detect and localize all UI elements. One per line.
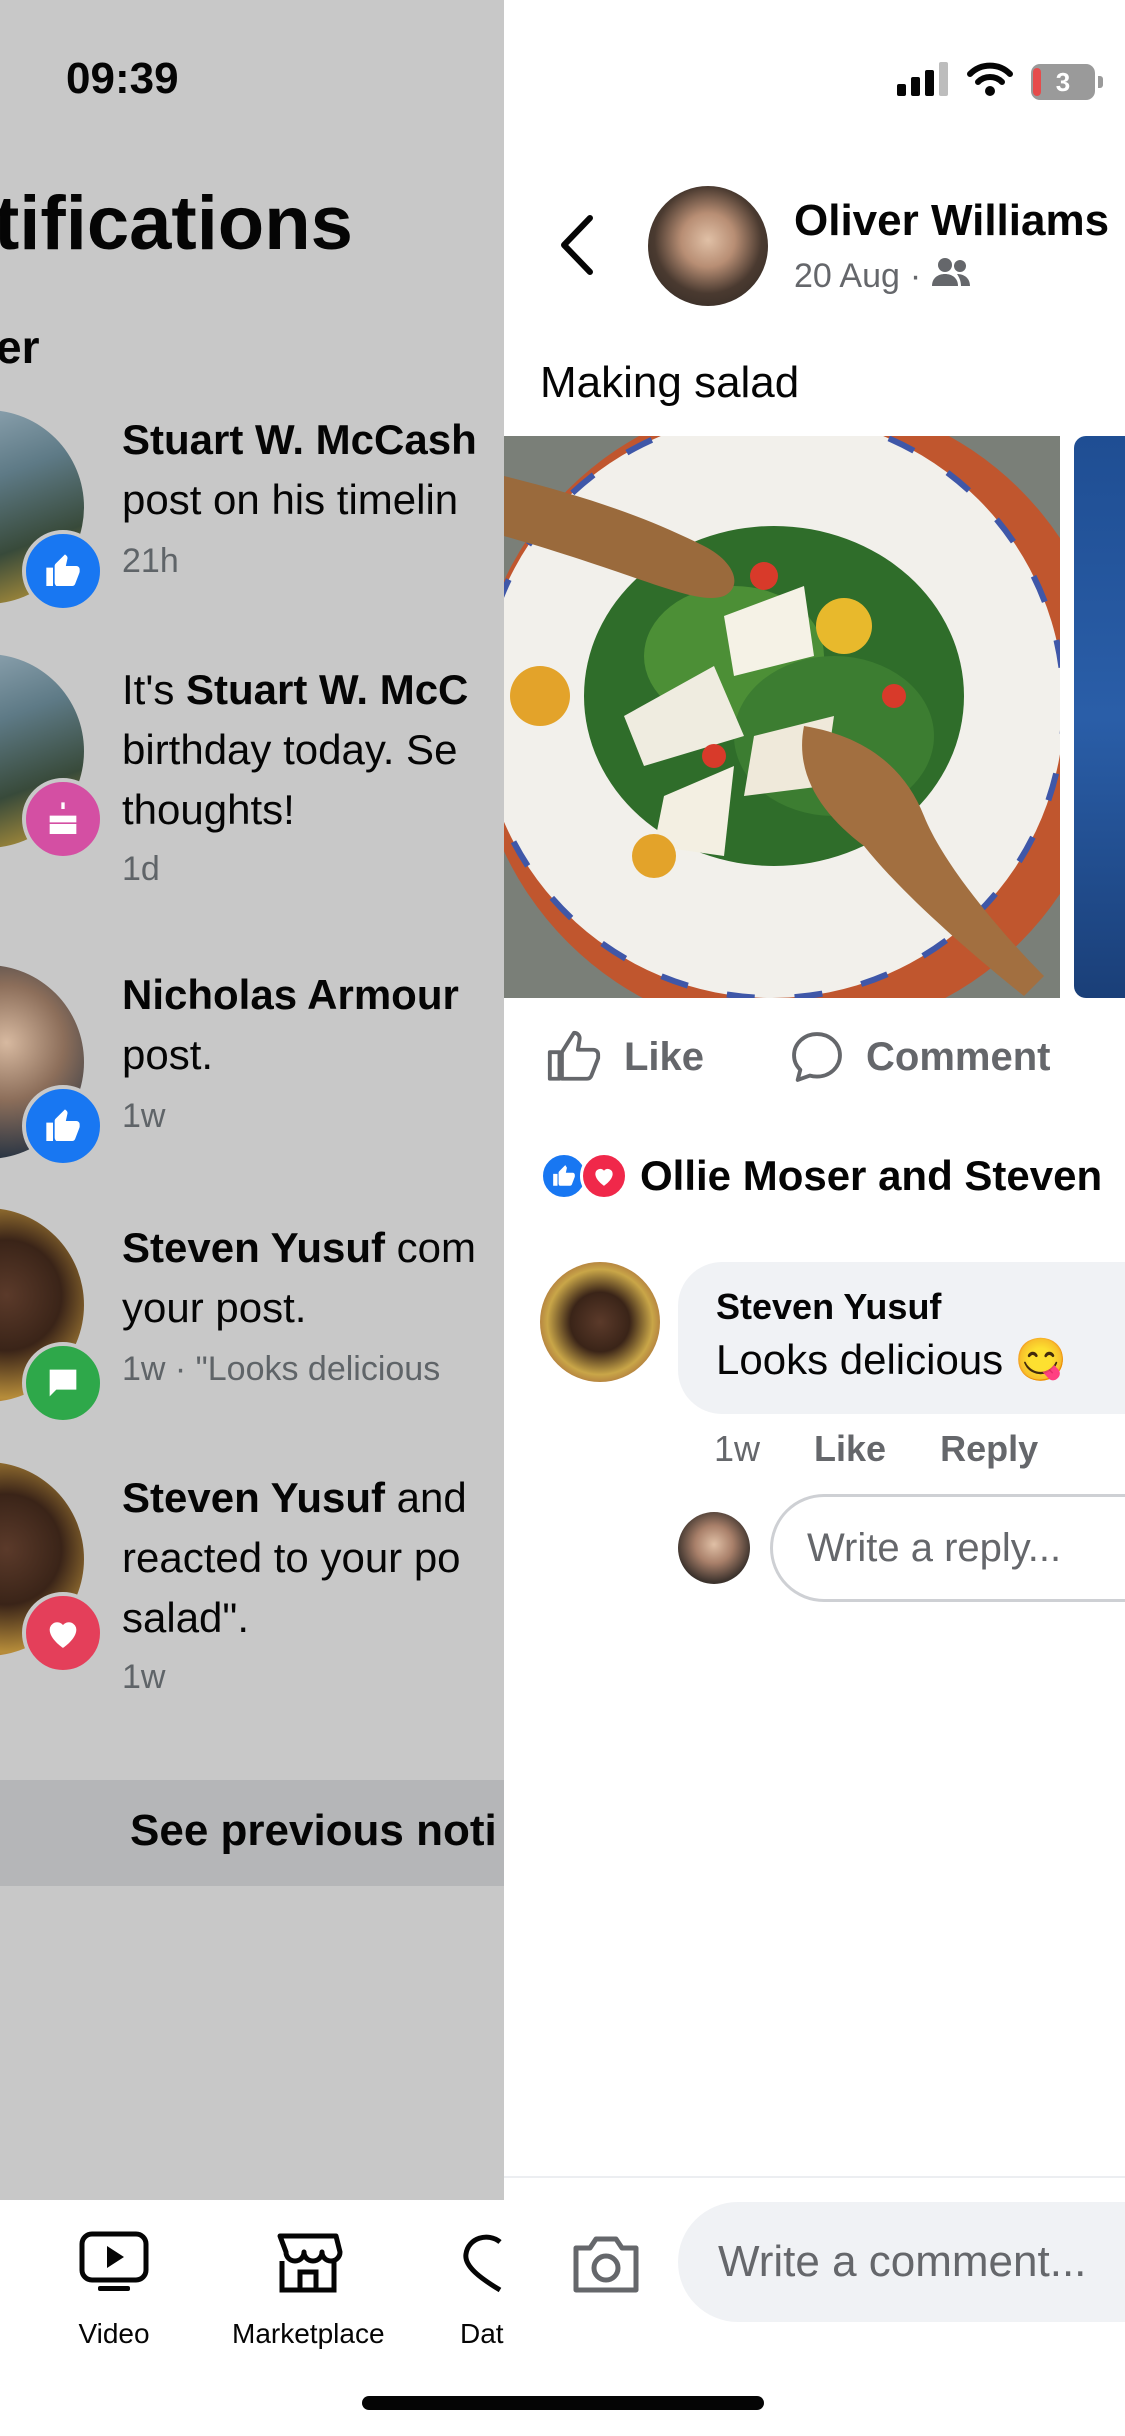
comment-input[interactable] bbox=[678, 2202, 1125, 2322]
notification-text: post on his timelin bbox=[122, 476, 459, 523]
notification-time: 1w · "Looks delicious bbox=[122, 1350, 441, 1388]
heart-reaction-icon bbox=[580, 1152, 628, 1200]
notifications-panel: 09:39 tifications er Stuart W. McCash po… bbox=[0, 0, 504, 2436]
notification-time: 1w bbox=[122, 1658, 166, 1696]
chevron-left-icon bbox=[561, 215, 593, 275]
like-icon bbox=[22, 530, 104, 612]
camera-button[interactable] bbox=[568, 2232, 644, 2298]
comment-icon bbox=[22, 1342, 104, 1424]
salad-photo bbox=[504, 436, 1060, 998]
post-date[interactable]: 20 Aug bbox=[794, 257, 900, 296]
post-photo-next[interactable] bbox=[1074, 436, 1125, 998]
birthday-cake-icon bbox=[22, 778, 104, 860]
author-name[interactable]: Oliver Williams bbox=[794, 196, 1109, 246]
notification-time: 21h bbox=[122, 542, 179, 580]
notification-text: birthday today. Se bbox=[122, 726, 458, 773]
current-user-avatar bbox=[678, 1512, 750, 1584]
notification-actor: Stuart W. McCash bbox=[122, 416, 477, 463]
notification-text: post. bbox=[122, 1031, 214, 1078]
notification-item[interactable]: Steven Yusuf com your post. 1w · "Looks … bbox=[0, 1208, 504, 1424]
section-heading: er bbox=[0, 321, 40, 373]
status-icons: 3 bbox=[897, 62, 1103, 101]
see-previous-notifications-button[interactable]: See previous noti bbox=[0, 1780, 504, 1886]
notification-text: your post. bbox=[122, 1284, 307, 1331]
notification-item[interactable]: It's Stuart W. McC birthday today. Se th… bbox=[0, 654, 504, 890]
comment-label: Comment bbox=[866, 1034, 1051, 1079]
notification-text: reacted to your po bbox=[122, 1534, 461, 1581]
signal-icon bbox=[897, 62, 949, 101]
commenter-avatar[interactable] bbox=[540, 1262, 660, 1382]
comment-reply-button[interactable]: Reply bbox=[940, 1428, 1038, 1469]
back-button[interactable] bbox=[552, 210, 602, 280]
notification-actor: Steven Yusuf bbox=[122, 1474, 385, 1521]
notification-prefix: It's bbox=[122, 666, 187, 713]
battery-icon: 3 bbox=[1031, 63, 1103, 100]
notification-text: salad". bbox=[122, 1594, 249, 1641]
like-icon bbox=[22, 1085, 104, 1167]
comment-like-button[interactable]: Like bbox=[814, 1428, 886, 1469]
home-indicator bbox=[362, 2396, 764, 2410]
camera-icon bbox=[573, 2236, 639, 2293]
comment-icon bbox=[792, 1032, 842, 1082]
dating-icon bbox=[460, 2230, 504, 2296]
comment-bubble[interactable]: Steven Yusuf Looks delicious 😋 bbox=[678, 1262, 1125, 1414]
status-time: 09:39 bbox=[66, 54, 179, 103]
nav-label: Dat bbox=[460, 2318, 504, 2349]
author-avatar[interactable] bbox=[648, 186, 768, 306]
see-previous-label: See previous noti bbox=[130, 1806, 497, 1855]
comment-button[interactable]: Comment bbox=[788, 1028, 1050, 1086]
post-panel: 3 Oliver Williams 20 Aug · Making salad bbox=[504, 0, 1125, 2436]
notification-item[interactable]: Steven Yusuf and reacted to your po sala… bbox=[0, 1462, 504, 1708]
comment-author[interactable]: Steven Yusuf bbox=[716, 1286, 941, 1328]
notification-time: 1w bbox=[122, 1097, 166, 1135]
reactions-summary[interactable]: Ollie Moser and Steven bbox=[540, 1152, 1102, 1200]
notification-actor: Nicholas Armour bbox=[122, 971, 459, 1018]
notification-actor: Steven Yusuf bbox=[122, 1224, 385, 1271]
reply-input[interactable] bbox=[770, 1494, 1125, 1602]
page-title: tifications bbox=[0, 181, 353, 266]
comment-time: 1w bbox=[714, 1428, 761, 1469]
post-actions: Like Comment bbox=[504, 1020, 1125, 1100]
friends-icon bbox=[931, 256, 971, 297]
comment-text: Looks delicious 😋 bbox=[716, 1336, 1068, 1383]
notification-time: 1d bbox=[122, 850, 160, 888]
notification-text: and bbox=[385, 1474, 467, 1521]
notification-actor: Stuart W. McC bbox=[186, 666, 469, 713]
post-text: Making salad bbox=[540, 358, 800, 407]
like-label: Like bbox=[624, 1034, 705, 1079]
marketplace-icon bbox=[272, 2230, 344, 2296]
notification-item[interactable]: Nicholas Armour post. 1w bbox=[0, 965, 504, 1167]
post-photo[interactable] bbox=[504, 436, 1060, 998]
video-icon bbox=[78, 2230, 150, 2296]
notification-text: thoughts! bbox=[122, 786, 295, 833]
nav-label: Marketplace bbox=[232, 2318, 385, 2349]
nav-item-marketplace[interactable]: Marketplace bbox=[232, 2230, 385, 2350]
like-icon bbox=[547, 1030, 601, 1081]
meta-separator: · bbox=[909, 257, 922, 295]
like-button[interactable]: Like bbox=[544, 1028, 704, 1086]
nav-item-video[interactable]: Video bbox=[78, 2230, 150, 2350]
reactors-text: Ollie Moser and Steven bbox=[640, 1152, 1103, 1199]
notification-item[interactable]: Stuart W. McCash post on his timelin 21h bbox=[0, 410, 504, 612]
nav-label: Video bbox=[78, 2318, 150, 2349]
notification-text: com bbox=[385, 1224, 477, 1271]
post-meta: 20 Aug · bbox=[794, 256, 971, 297]
heart-icon bbox=[22, 1592, 104, 1674]
wifi-icon bbox=[967, 62, 1013, 101]
comment-meta: 1w Like Reply bbox=[714, 1428, 1038, 1470]
nav-item-dating[interactable]: Dat bbox=[460, 2230, 504, 2350]
